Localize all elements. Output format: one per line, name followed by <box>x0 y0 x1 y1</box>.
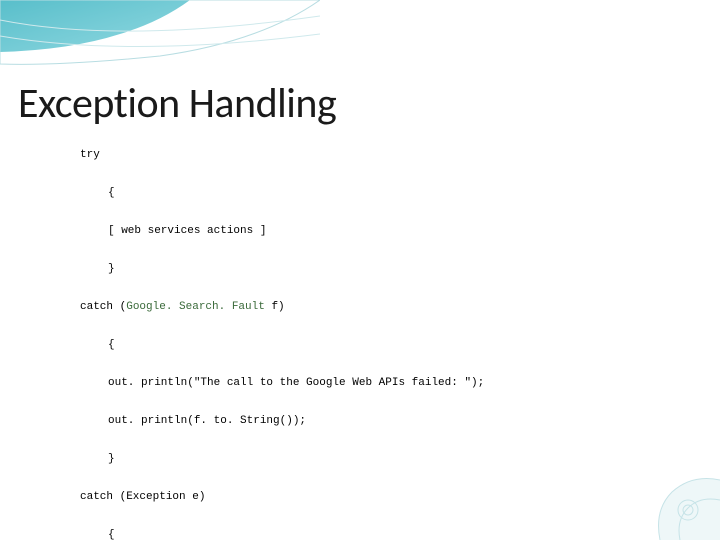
code-block: try { [ web services actions ] } catch (… <box>80 124 484 540</box>
code-line: out. println("The call to the Google Web… <box>80 377 484 390</box>
code-line: } <box>80 263 484 276</box>
code-line: catch (Exception e) <box>80 491 484 504</box>
code-text: catch ( <box>80 301 126 313</box>
code-line: { <box>80 339 484 352</box>
bottom-corner-decoration <box>610 450 720 540</box>
code-line: } <box>80 453 484 466</box>
corner-decoration <box>0 0 320 90</box>
code-text: f) <box>265 301 285 313</box>
code-line: catch (Google. Search. Fault f) <box>80 301 484 314</box>
exception-type: Google. Search. Fault <box>126 301 265 313</box>
slide-title: Exception Handling <box>18 78 336 129</box>
code-line: try <box>80 149 484 162</box>
slide: Exception Handling try { [ web services … <box>0 0 720 540</box>
code-line: { <box>80 529 484 540</box>
code-line: [ web services actions ] <box>80 225 484 238</box>
code-line: { <box>80 187 484 200</box>
code-line: out. println(f. to. String()); <box>80 415 484 428</box>
